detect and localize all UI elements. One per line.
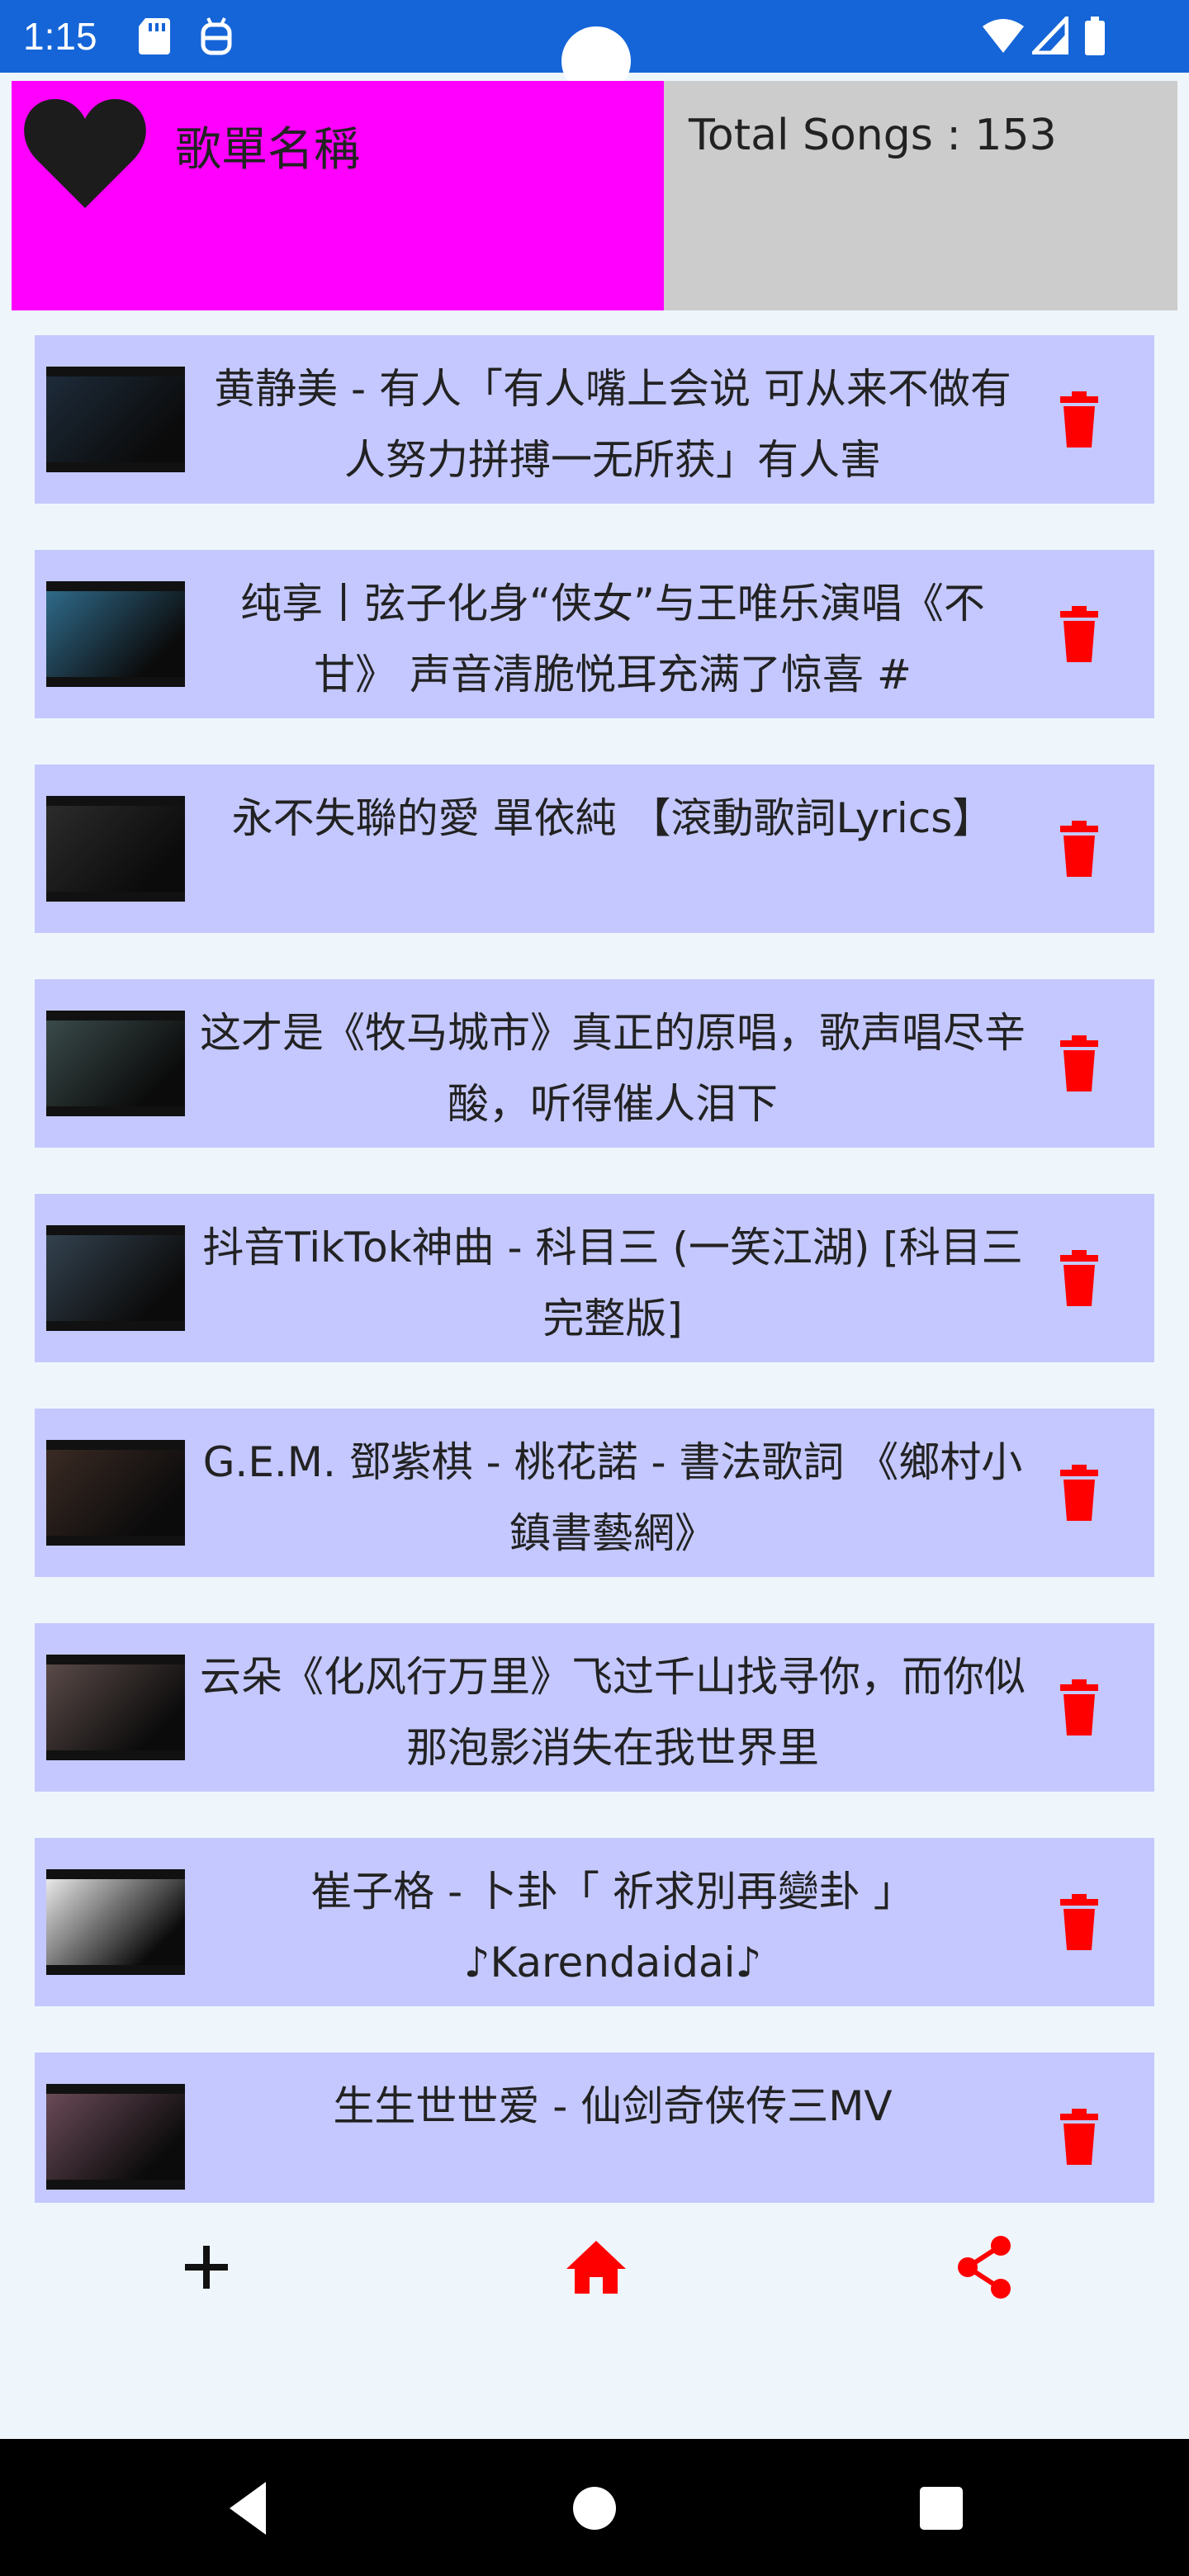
delete-song-icon[interactable] (1049, 604, 1110, 665)
song-title[interactable]: 黄静美 - 有人「有人嘴上会说 可从来不做有人努力拼搏一无所获」有人害 (200, 353, 1026, 494)
delete-song-icon[interactable] (1049, 1463, 1110, 1524)
home-circle-icon[interactable] (563, 2477, 626, 2540)
song-row[interactable]: 生生世世爱 - 仙剑奇侠传三MV (35, 2053, 1154, 2203)
song-thumbnail[interactable] (46, 1440, 185, 1546)
playlist-header: 歌單名稱 (12, 81, 664, 310)
song-row[interactable]: 纯享丨弦子化身“侠女”与王唯乐演唱《不甘》 声音清脆悦耳充满了惊喜 # (35, 550, 1154, 718)
total-songs-label: Total Songs : 153 (689, 111, 1057, 160)
system-nav-bar (0, 2439, 1189, 2576)
battery-icon (1085, 17, 1105, 55)
delete-song-icon[interactable] (1049, 1248, 1110, 1309)
song-thumbnail[interactable] (46, 1011, 185, 1116)
song-thumbnail[interactable] (46, 796, 185, 902)
song-title[interactable]: G.E.M. 鄧紫棋 - 桃花諾 - 書法歌詞 《鄉村小鎮書藝網》 (200, 1427, 1026, 1567)
song-title[interactable]: 云朵《化风行万里》飞过千山找寻你，而你似那泡影消失在我世界里 (200, 1641, 1026, 1782)
android-debug-icon (201, 17, 232, 55)
playlist-title[interactable]: 歌單名稱 (175, 112, 360, 179)
home-icon[interactable] (561, 2233, 631, 2302)
recents-icon[interactable] (910, 2477, 973, 2540)
share-icon[interactable] (950, 2233, 1019, 2302)
thumbnail-image (46, 1235, 185, 1321)
delete-song-icon[interactable] (1049, 1892, 1110, 1953)
thumbnail-image (46, 376, 185, 462)
delete-song-icon[interactable] (1049, 819, 1110, 880)
song-row[interactable]: G.E.M. 鄧紫棋 - 桃花諾 - 書法歌詞 《鄉村小鎮書藝網》 (35, 1409, 1154, 1577)
song-thumbnail[interactable] (46, 1225, 185, 1331)
song-count-panel: Total Songs : 153 (664, 81, 1177, 310)
song-row[interactable]: 黄静美 - 有人「有人嘴上会说 可从来不做有人努力拼搏一无所获」有人害 (35, 335, 1154, 504)
song-thumbnail[interactable] (46, 1869, 185, 1975)
delete-song-icon[interactable] (1049, 1034, 1110, 1095)
song-thumbnail[interactable] (46, 367, 185, 472)
thumbnail-image (46, 2094, 185, 2180)
song-title[interactable]: 崔子格 - 卜卦「 祈求別再變卦 」♪Karendaidai♪ (200, 1856, 1026, 1996)
delete-song-icon[interactable] (1049, 2107, 1110, 2168)
song-row[interactable]: 永不失聯的愛 單依純 【滾動歌詞Lyrics】 (35, 765, 1154, 933)
delete-song-icon[interactable] (1049, 1678, 1110, 1739)
thumbnail-image (46, 1450, 185, 1536)
song-title[interactable]: 这才是《牧马城市》真正的原唱，歌声唱尽辛酸，听得催人泪下 (200, 997, 1026, 1138)
heart-icon[interactable] (23, 96, 147, 211)
song-title[interactable]: 生生世世爱 - 仙剑奇侠传三MV (200, 2071, 1026, 2211)
back-icon[interactable] (218, 2477, 281, 2540)
thumbnail-image (46, 806, 185, 892)
song-row[interactable]: 云朵《化风行万里》飞过千山找寻你，而你似那泡影消失在我世界里 (35, 1623, 1154, 1792)
song-title[interactable]: 抖音TikTok神曲 - 科目三 (一笑江湖) [科目三完整版] (200, 1212, 1026, 1352)
song-title[interactable]: 纯享丨弦子化身“侠女”与王唯乐演唱《不甘》 声音清脆悦耳充满了惊喜 # (200, 568, 1026, 708)
song-thumbnail[interactable] (46, 1655, 185, 1760)
song-row[interactable]: 崔子格 - 卜卦「 祈求別再變卦 」♪Karendaidai♪ (35, 1838, 1154, 2006)
thumbnail-image (46, 1020, 185, 1106)
thumbnail-image (46, 1664, 185, 1750)
delete-song-icon[interactable] (1049, 390, 1110, 451)
sd-card-icon (139, 18, 170, 54)
song-row[interactable]: 抖音TikTok神曲 - 科目三 (一笑江湖) [科目三完整版] (35, 1194, 1154, 1362)
add-icon[interactable] (172, 2233, 241, 2302)
thumbnail-image (46, 1879, 185, 1965)
signal-icon (1032, 17, 1068, 54)
action-bar (0, 2213, 1189, 2312)
song-title[interactable]: 永不失聯的愛 單依純 【滾動歌詞Lyrics】 (200, 783, 1026, 923)
status-time: 1:15 (23, 15, 97, 58)
song-row[interactable]: 这才是《牧马城市》真正的原唱，歌声唱尽辛酸，听得催人泪下 (35, 979, 1154, 1148)
wifi-icon (983, 19, 1024, 53)
song-thumbnail[interactable] (46, 581, 185, 687)
thumbnail-image (46, 591, 185, 677)
song-thumbnail[interactable] (46, 2084, 185, 2190)
